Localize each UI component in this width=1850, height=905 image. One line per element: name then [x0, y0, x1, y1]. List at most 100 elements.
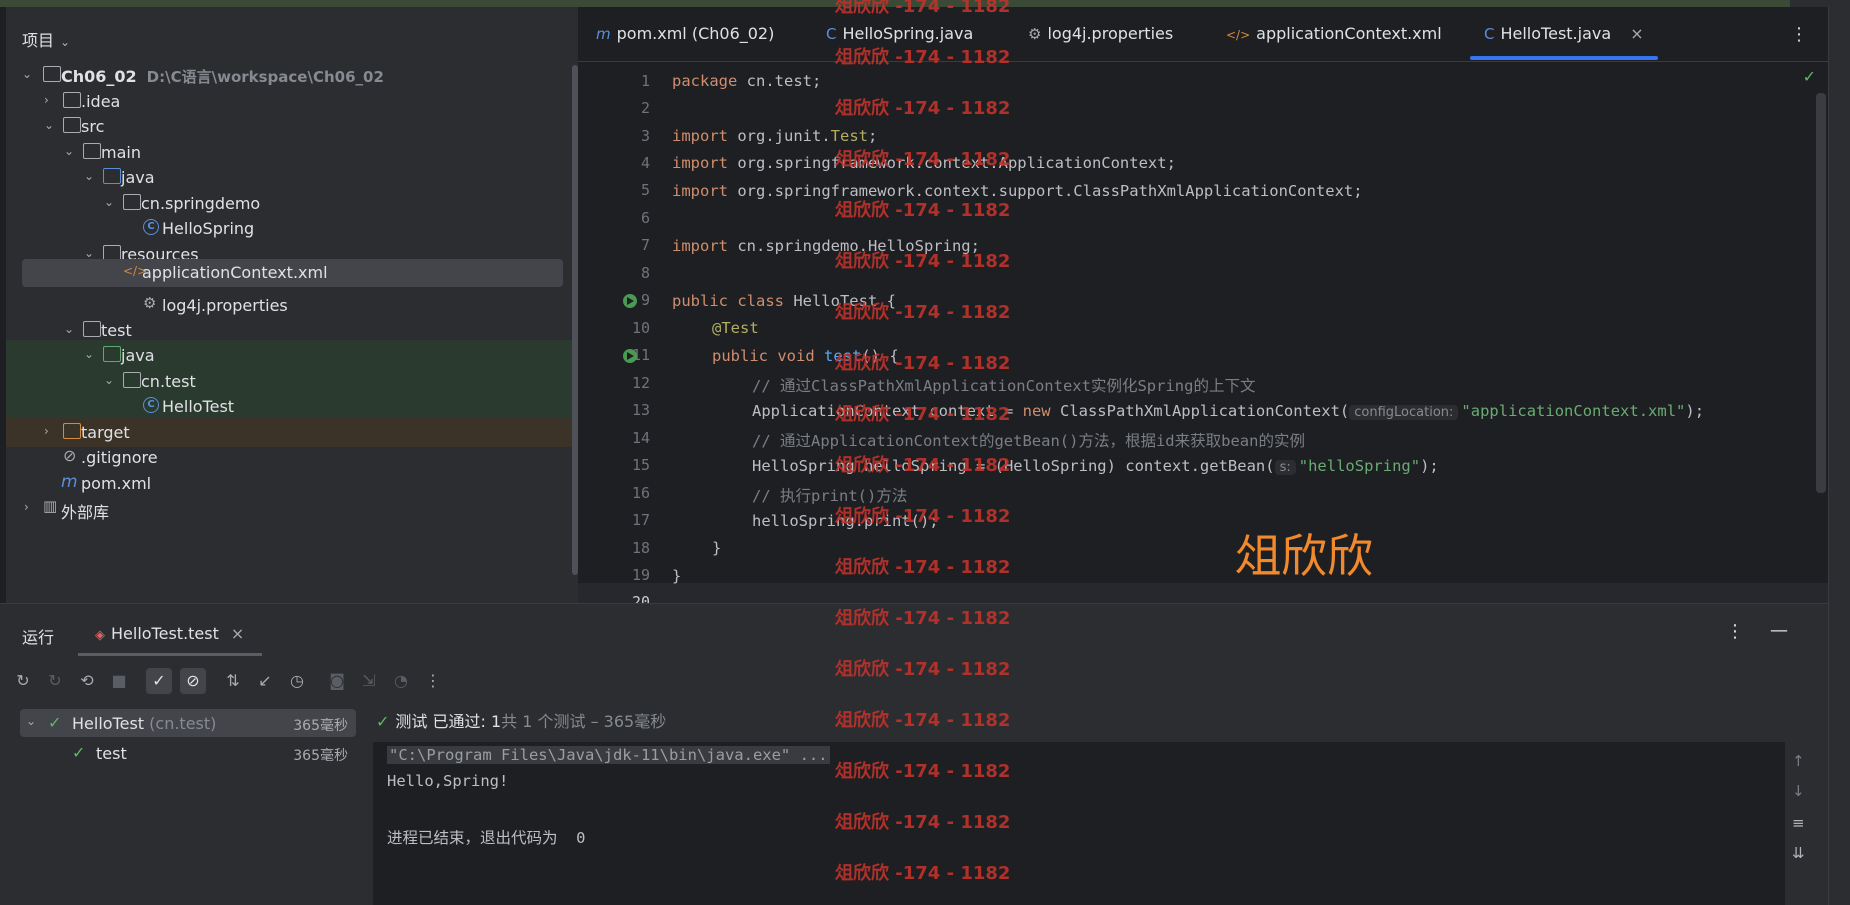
arrow-down-icon[interactable]: ↓: [1792, 782, 1805, 800]
more-icon[interactable]: ⋮: [420, 668, 446, 694]
status-detail: 共 1 个测试 – 365毫秒: [501, 712, 667, 731]
folder-icon: [83, 321, 101, 337]
tree-item-external-libraries[interactable]: › ▥ 外部库: [6, 493, 579, 523]
test-package: (cn.test): [149, 714, 217, 733]
sort-icon[interactable]: ⇅: [220, 668, 246, 694]
tab-log4j-properties[interactable]: ⚙ log4j.properties: [1028, 24, 1173, 43]
test-row-test[interactable]: ✓ test 365毫秒: [20, 739, 356, 767]
soft-wrap-icon[interactable]: ≡: [1792, 814, 1805, 832]
tab-label: applicationContext.xml: [1256, 24, 1442, 43]
toggle-autotest-icon[interactable]: ⟲: [74, 668, 100, 694]
console-line[interactable]: "C:\Program Files\Java\jdk-11\bin\java.e…: [387, 746, 830, 764]
tree-item-label: cn.springdemo: [141, 194, 261, 213]
history-icon[interactable]: ◷: [284, 668, 310, 694]
code-line-1[interactable]: package cn.test;: [672, 72, 821, 90]
line-number: 8: [640, 264, 650, 282]
excluded-folder-icon: [63, 423, 81, 439]
folder-icon: [83, 143, 101, 159]
rerun-failed-icon[interactable]: ↻: [42, 668, 68, 694]
code-line-5[interactable]: import org.springframework.context.suppo…: [672, 182, 1363, 200]
chevron-right-icon[interactable]: ›: [44, 94, 56, 106]
line-number: 19: [631, 566, 650, 584]
tab-label: HelloTest.java: [1500, 24, 1612, 43]
line-number: 5: [640, 181, 650, 199]
tree-item-label: .gitignore: [81, 448, 158, 467]
coverage-icon[interactable]: ◔: [388, 668, 414, 694]
test-status: ✓ 测试 已通过: 1共 1 个测试 – 365毫秒: [376, 708, 666, 732]
chevron-down-icon[interactable]: ⌄: [26, 714, 36, 728]
chevron-down-icon: ⌄: [60, 35, 71, 49]
code-line-3[interactable]: import org.junit.Test;: [672, 127, 877, 145]
tree-item-label: pom.xml: [81, 474, 152, 493]
chevron-down-icon[interactable]: ⌄: [44, 119, 56, 131]
line-number: 1: [640, 72, 650, 90]
chevron-down-icon[interactable]: ⌄: [64, 323, 76, 335]
rerun-icon[interactable]: ↻: [10, 668, 36, 694]
chevron-down-icon[interactable]: ⌄: [104, 196, 116, 208]
code-line-10[interactable]: @Test: [712, 319, 759, 337]
test-row-hellotest[interactable]: ⌄ ✓ HelloTest (cn.test) 365毫秒: [20, 709, 356, 737]
more-icon[interactable]: ⋮: [1790, 24, 1808, 45]
run-tab-indicator: [78, 653, 262, 656]
test-tree: ⌄ ✓ HelloTest (cn.test) 365毫秒 ✓ test 365…: [20, 704, 356, 894]
tree-item-label: target: [81, 423, 130, 442]
check-icon: ✓: [376, 712, 390, 731]
run-test-class-icon[interactable]: [623, 294, 637, 308]
code-line-19[interactable]: }: [672, 567, 681, 585]
test-name: HelloTest: [72, 714, 145, 733]
test-folder-icon: [103, 346, 121, 362]
tree-item-label: Ch06_02: [61, 67, 137, 86]
tab-hellotest-java[interactable]: C HelloTest.java ×: [1484, 24, 1644, 43]
arrow-up-icon[interactable]: ↑: [1792, 752, 1805, 770]
close-icon[interactable]: ×: [1630, 24, 1643, 43]
camera-icon[interactable]: ◙: [324, 668, 350, 694]
tab-hellospring-java[interactable]: C HelloSpring.java: [826, 24, 973, 43]
test-time: 365毫秒: [293, 748, 348, 764]
editor-tabs: m pom.xml (Ch06_02) C HelloSpring.java ⚙ lo…: [578, 7, 1828, 62]
minimize-icon[interactable]: —: [1770, 620, 1788, 641]
line-number: 4: [640, 154, 650, 172]
tree-item-label: test: [101, 321, 132, 340]
editor-scrollbar[interactable]: [1816, 93, 1826, 493]
tab-pom-xml[interactable]: m pom.xml (Ch06_02): [596, 24, 774, 43]
line-number: 15: [631, 456, 650, 474]
code-line-18[interactable]: }: [712, 539, 721, 557]
close-icon[interactable]: ×: [231, 624, 244, 643]
chevron-down-icon[interactable]: ⌄: [84, 348, 96, 360]
chevron-down-icon[interactable]: ⌄: [64, 145, 76, 157]
package-icon: [123, 372, 141, 388]
xml-file-icon: </>: [123, 264, 148, 278]
chevron-down-icon[interactable]: ⌄: [104, 374, 116, 386]
tree-item-applicationcontext-xml[interactable]: </> applicationContext.xml: [22, 259, 563, 287]
tab-applicationcontext-xml[interactable]: </> applicationContext.xml: [1226, 24, 1442, 43]
test-name: test: [96, 744, 127, 763]
project-path: D:\C语言\workspace\Ch06_02: [146, 68, 384, 86]
watermark-text: 俎欣欣 -174 - 1182: [835, 710, 1011, 731]
chevron-down-icon[interactable]: ⌄: [84, 170, 96, 182]
tree-item-label: main: [101, 143, 141, 162]
watermark-text: 俎欣欣 -174 - 1182: [835, 863, 1011, 884]
code-line-12[interactable]: // 通过ClassPathXmlApplicationContext实例化Sp…: [752, 374, 1255, 396]
ignore-file-icon: ⊘: [63, 446, 77, 465]
run-tab-hellotest[interactable]: ◈ HelloTest.test ×: [95, 624, 244, 643]
tree-item-label: .idea: [81, 92, 121, 111]
class-icon: C: [1484, 25, 1495, 43]
run-toolbar: ↻ ↻ ⟲ ■ ✓ ⊘ ⇅ ↙ ◷ ◙ ⇲ ◔ ⋮: [10, 666, 460, 696]
chevron-down-icon[interactable]: ⌄: [22, 68, 34, 80]
console-output[interactable]: "C:\Program Files\Java\jdk-11\bin\java.e…: [373, 742, 1785, 905]
chevron-down-icon[interactable]: ⌄: [84, 247, 96, 259]
show-ignored-icon[interactable]: ⊘: [180, 668, 206, 694]
more-icon[interactable]: ⋮: [1726, 621, 1744, 642]
chevron-right-icon[interactable]: ›: [44, 425, 56, 437]
scroll-to-end-icon[interactable]: ⇊: [1792, 844, 1805, 862]
stop-icon[interactable]: ■: [106, 668, 132, 694]
import-icon[interactable]: ⇲: [356, 668, 382, 694]
project-panel-header[interactable]: 项目 ⌄: [22, 27, 70, 51]
inspection-ok-icon[interactable]: ✓: [1803, 67, 1816, 86]
chevron-right-icon[interactable]: ›: [24, 501, 36, 513]
collapse-icon[interactable]: ↙: [252, 668, 278, 694]
code-line-14[interactable]: // 通过ApplicationContext的getBean()方法，根据id…: [752, 429, 1305, 451]
show-passed-icon[interactable]: ✓: [146, 668, 172, 694]
maven-icon: m: [596, 25, 611, 43]
run-test-method-icon[interactable]: [623, 349, 637, 363]
